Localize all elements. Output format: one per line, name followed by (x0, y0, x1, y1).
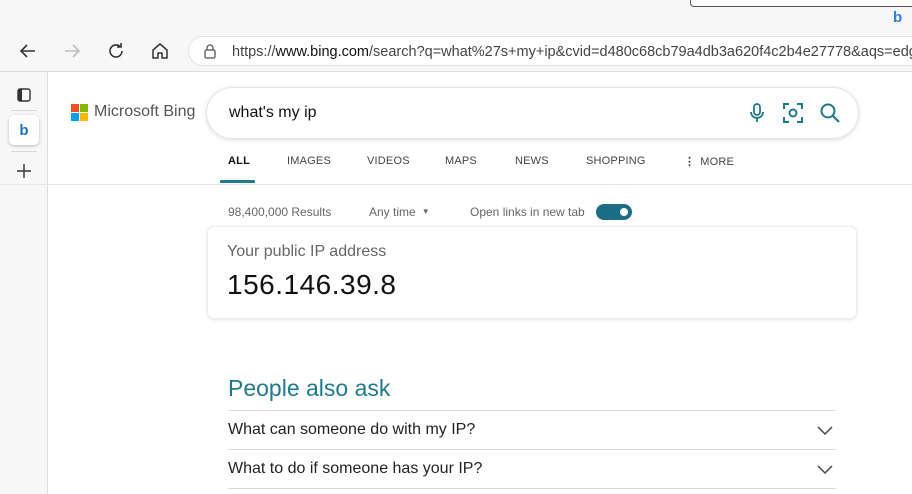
refresh-button[interactable] (103, 38, 129, 64)
people-also-ask-heading: People also ask (228, 375, 391, 401)
sidebar-item-bing-tab[interactable]: b (9, 115, 39, 145)
brand-name: Microsoft Bing (94, 103, 196, 120)
address-bar[interactable]: https://www.bing.com/search?q=what%27s+m… (188, 36, 912, 66)
tab-all[interactable]: ALL (228, 155, 250, 167)
ip-label: Your public IP address (227, 243, 387, 260)
tab-shopping[interactable]: SHOPPING (586, 155, 646, 167)
time-filter-label: Any time (369, 205, 416, 219)
url-scheme: https:// (232, 44, 276, 60)
arrow-left-icon (19, 44, 35, 58)
more-dots-icon: ⋮ (684, 156, 696, 168)
back-button[interactable] (15, 38, 41, 64)
url-host: www.bing.com (275, 44, 370, 60)
tab-images[interactable]: IMAGES (287, 155, 331, 167)
chevron-down-icon (817, 465, 833, 475)
search-button[interactable] (818, 101, 842, 125)
new-tab-toggle[interactable] (596, 204, 632, 220)
chevron-down-icon (817, 426, 833, 436)
visual-search-icon (783, 103, 803, 123)
search-input[interactable]: what's my ip (229, 104, 317, 122)
tab-news[interactable]: NEWS (515, 155, 549, 167)
search-box[interactable]: what's my ip (207, 88, 858, 138)
new-tab-label: Open links in new tab (470, 205, 585, 219)
toggle-knob (620, 208, 628, 216)
paa-question-text: What can someone do with my IP? (228, 421, 476, 438)
paa-divider (228, 488, 836, 489)
copilot-icon[interactable]: b (893, 9, 902, 26)
paa-question[interactable]: What can someone do with my IP? (228, 410, 836, 449)
bing-logo[interactable]: Microsoft Bing (71, 103, 195, 121)
results-count: 98,400,000 Results (228, 205, 332, 219)
voice-search-button[interactable] (745, 101, 769, 125)
active-tab-indicator (220, 180, 255, 183)
arrow-right-icon (65, 44, 81, 58)
home-button[interactable] (147, 38, 173, 64)
lock-icon[interactable] (203, 43, 217, 59)
microphone-icon (750, 103, 764, 122)
ip-answer-card: Your public IP address 156.146.39.8 (208, 227, 856, 318)
paa-question-text: What to do if someone has your IP? (228, 460, 483, 477)
address-url[interactable]: https://www.bing.com/search?q=what%27s+m… (232, 44, 912, 60)
forward-button[interactable] (59, 38, 85, 64)
microsoft-logo-icon (71, 103, 88, 121)
tab-actions-button[interactable] (9, 80, 39, 110)
bing-icon: b (19, 121, 29, 139)
sidebar-rail: b (0, 72, 48, 494)
search-icon (820, 103, 840, 123)
tab-more-label: MORE (700, 156, 735, 168)
browser-tab[interactable] (690, 0, 912, 7)
paa-question[interactable]: What to do if someone has your IP? (228, 449, 836, 488)
refresh-icon (109, 43, 123, 58)
tab-videos[interactable]: VIDEOS (367, 155, 410, 167)
url-path: /search?q=what%27s+my+ip&cvid=d480c68cb7… (369, 44, 912, 60)
tab-actions-icon (17, 88, 31, 102)
visual-search-button[interactable] (781, 101, 805, 125)
time-filter-dropdown[interactable]: Any time ▼ (369, 205, 430, 219)
caret-down-icon: ▼ (421, 207, 430, 216)
ip-value: 156.146.39.8 (227, 269, 397, 300)
tab-maps[interactable]: MAPS (445, 155, 477, 167)
tab-more[interactable]: ⋮ MORE (684, 155, 734, 168)
home-icon (152, 43, 168, 59)
rail-divider (11, 110, 37, 111)
